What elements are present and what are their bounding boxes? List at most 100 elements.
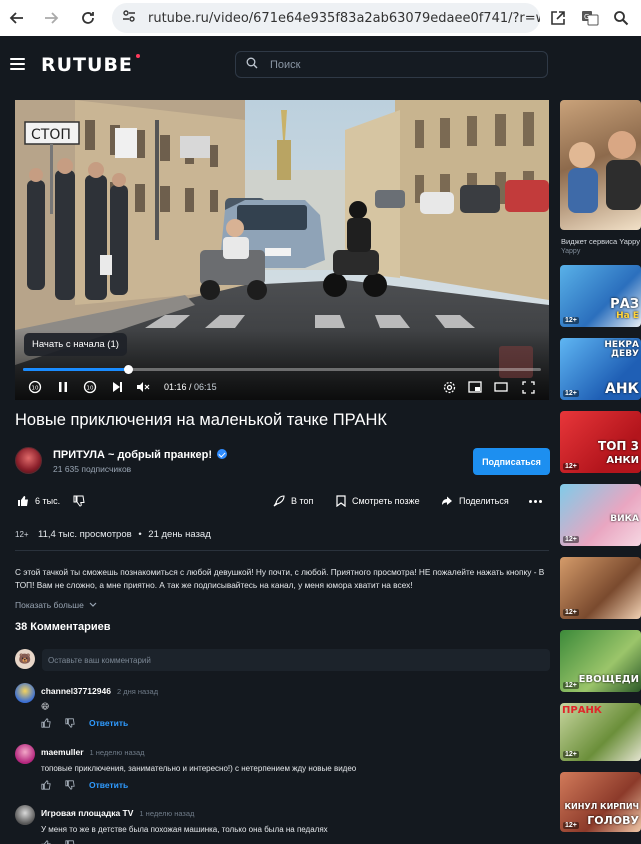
theater-mode-icon[interactable] (493, 379, 509, 395)
thumb-text: ГОЛОВУ (587, 814, 639, 827)
reload-icon[interactable] (75, 5, 101, 31)
comment-author[interactable]: channel37712946 (41, 686, 111, 696)
comment-avatar[interactable] (15, 683, 35, 703)
comment-actions (41, 840, 75, 844)
thumbs-down-icon (73, 495, 85, 507)
settings-gear-icon[interactable] (441, 379, 457, 395)
recommended-video-channel[interactable]: Yappy (561, 248, 580, 255)
thumbs-down-icon[interactable] (65, 718, 75, 728)
thumbs-down-icon[interactable] (65, 840, 75, 844)
comments-heading: 38 Комментариев (15, 621, 111, 633)
progress-bar[interactable] (23, 365, 541, 374)
site-settings-icon[interactable] (122, 9, 136, 28)
next-icon[interactable] (109, 379, 125, 395)
search-input[interactable]: Поиск (235, 51, 548, 78)
comment-time: 2 дня назад (116, 687, 159, 696)
recommended-video-thumb[interactable]: 12+ (560, 557, 641, 619)
restart-button[interactable]: Начать с начала (1) (24, 333, 127, 356)
back-arrow-icon[interactable] (4, 5, 30, 31)
recommended-video-thumb[interactable]: ВИКА 12+ (560, 484, 641, 546)
recommended-video-thumb[interactable]: РАЗ На Е 12+ (560, 265, 641, 327)
zoom-icon[interactable] (608, 5, 634, 31)
thumb-text: На Е (616, 311, 639, 321)
comment-avatar[interactable] (15, 744, 35, 764)
watch-later-button[interactable]: Смотреть позже (336, 495, 420, 507)
reply-button[interactable]: Ответить (89, 780, 128, 790)
open-in-app-icon[interactable] (545, 5, 571, 31)
svg-text:10: 10 (32, 386, 39, 392)
channel-name-row[interactable]: ПРИТУЛА ~ добрый пранкер! (53, 449, 228, 461)
menu-icon[interactable] (10, 58, 25, 70)
translate-icon[interactable]: G (577, 5, 603, 31)
thumb-text: ДЕВУ (611, 349, 639, 359)
thumb-text: АНК (605, 381, 639, 397)
pause-icon[interactable] (55, 379, 71, 395)
thumbs-up-icon[interactable] (41, 780, 51, 790)
video-title: Новые приключения на маленькой тачке ПРА… (15, 411, 387, 429)
dislike-button[interactable] (73, 495, 91, 507)
comment-author[interactable]: maemuller (41, 747, 84, 757)
comment-actions: Ответить (41, 718, 128, 728)
comment-actions: Ответить (41, 780, 128, 790)
rewind-10-icon[interactable]: 10 (27, 379, 43, 395)
verified-icon (217, 449, 228, 459)
recommended-video-thumb[interactable]: КИНУЛ КИРПИЧ ГОЛОВУ 12+ (560, 772, 641, 832)
top-label: В топ (291, 496, 314, 506)
rocket-icon (273, 495, 285, 507)
logo-dot (136, 54, 140, 58)
thumb-text: РАЗ (610, 297, 639, 312)
thumbs-up-icon[interactable] (41, 840, 51, 844)
fullscreen-icon[interactable] (520, 379, 536, 395)
like-button[interactable]: 6 тыс. (17, 495, 60, 507)
pip-icon[interactable] (467, 379, 483, 395)
top-button[interactable]: В топ (273, 495, 313, 507)
views-row: 11,4 тыс. просмотров • 21 день назад (38, 529, 211, 540)
bookmark-icon (336, 495, 346, 507)
publish-date: 21 день назад (148, 529, 211, 540)
recommended-video-thumb[interactable]: НЕКРА ДЕВУ АНК 12+ (560, 338, 641, 400)
comment-author[interactable]: Игровая площадка TV (41, 808, 133, 818)
current-time: 01:16 (164, 382, 187, 392)
divider (15, 550, 549, 551)
thumb-age: 12+ (563, 609, 579, 616)
thumbs-up-icon (18, 496, 28, 506)
share-button[interactable]: Поделиться (441, 495, 509, 507)
video-description: С этой тачкой ты сможешь познакомиться с… (15, 567, 545, 590)
show-more-button[interactable]: Показать больше (15, 600, 97, 610)
forward-10-icon[interactable]: 10 (82, 379, 98, 395)
rutube-logo[interactable]: RUTUBE (41, 54, 133, 76)
subscriber-count: 21 635 подписчиков (53, 464, 132, 474)
thumb-age: 12+ (563, 390, 579, 397)
reply-button[interactable]: Ответить (89, 718, 128, 728)
thumb-text: ВИКА (610, 514, 639, 524)
subscribe-button[interactable]: Подписаться (473, 448, 550, 475)
stop-sign-text: СТОП (31, 127, 71, 143)
thumb-text: АНКИ (606, 455, 639, 466)
forward-arrow-icon[interactable] (38, 5, 64, 31)
thumb-text: ЕВОЩЕДИ (578, 674, 639, 685)
recommended-video-thumb[interactable]: ЕВОЩЕДИ 12+ (560, 630, 641, 692)
more-options-icon[interactable] (529, 500, 542, 503)
recommended-video-thumb[interactable] (560, 100, 641, 230)
thumbs-up-icon[interactable] (41, 718, 51, 728)
channel-avatar[interactable] (15, 447, 42, 474)
comment-text: У меня то же в детстве была похожая маши… (41, 825, 328, 834)
svg-text:G: G (584, 13, 589, 21)
address-bar[interactable]: rutube.ru/video/671e64e935f83a2ab63079ed… (112, 3, 540, 33)
recommended-video-thumb[interactable]: ПРАНК 12+ (560, 703, 641, 761)
browser-toolbar: rutube.ru/video/671e64e935f83a2ab63079ed… (0, 0, 641, 36)
comment-author-row: Игровая площадка TV 1 неделю назад (41, 808, 194, 818)
show-more-label[interactable]: Показать больше (15, 600, 84, 610)
svg-text:10: 10 (87, 386, 94, 392)
thumb-age: 12+ (563, 751, 579, 758)
recommended-video-title[interactable]: Виджет сервиса Yappy (561, 237, 640, 246)
duration: 06:15 (194, 382, 217, 392)
mute-icon[interactable] (135, 379, 151, 395)
age-rating-badge: 12+ (15, 530, 29, 539)
video-player[interactable]: СТОП Начать с начала (1) 10 10 01:16 / 0… (15, 100, 549, 400)
channel-name[interactable]: ПРИТУЛА ~ добрый пранкер! (53, 449, 212, 461)
thumbs-down-icon[interactable] (65, 780, 75, 790)
comment-avatar[interactable] (15, 805, 35, 825)
comment-input[interactable]: Оставьте ваш комментарий (42, 649, 550, 671)
recommended-video-thumb[interactable]: ТОП 3 АНКИ 12+ (560, 411, 641, 473)
